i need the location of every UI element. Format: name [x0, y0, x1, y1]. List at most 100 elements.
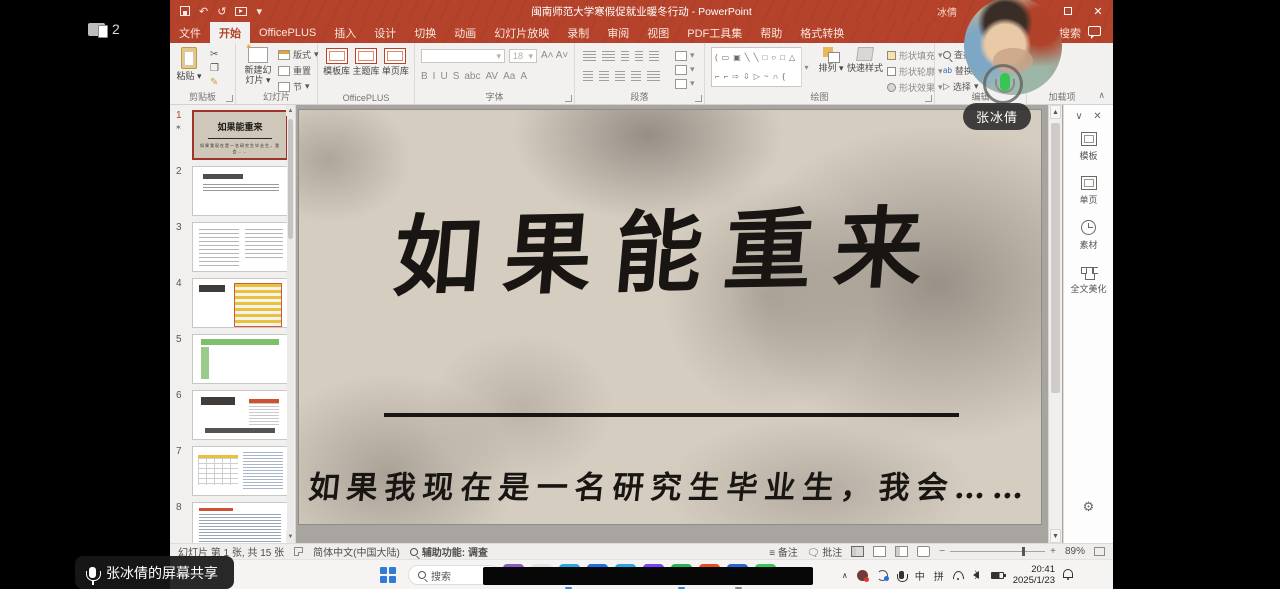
- shape-icon[interactable]: □: [780, 53, 785, 62]
- slide-thumbnail-image[interactable]: [192, 278, 288, 328]
- ime-mode-button[interactable]: 拼: [934, 568, 944, 583]
- new-slide-button[interactable]: 新建幻灯片 ▾: [241, 47, 275, 86]
- account-name[interactable]: 冰倩: [937, 4, 957, 19]
- tray-expand-icon[interactable]: ∧: [842, 571, 848, 580]
- font-dialog-launcher[interactable]: [565, 95, 572, 102]
- arrange-button[interactable]: 排列 ▾: [817, 47, 845, 73]
- recording-tray-icon[interactable]: [857, 570, 868, 581]
- battery-icon[interactable]: [991, 572, 1004, 579]
- slide-thumbnail[interactable]: 5: [192, 334, 285, 384]
- shape-icon[interactable]: ∩: [773, 72, 779, 81]
- officeplus-button[interactable]: 单页库: [381, 48, 410, 76]
- slide-subtitle[interactable]: 如果我现在是一名研究生毕业生，我会……: [299, 462, 1041, 507]
- font-format-button[interactable]: AV: [485, 71, 498, 82]
- clipboard-dialog-launcher[interactable]: [226, 95, 233, 102]
- normal-view-icon[interactable]: [851, 546, 864, 557]
- scroll-down-icon[interactable]: ▼: [1050, 529, 1061, 543]
- slide-thumbnail[interactable]: 7: [192, 446, 285, 496]
- numbering-icon[interactable]: [602, 51, 615, 61]
- clock[interactable]: 20:41 2025/1/23: [1013, 564, 1055, 587]
- shape-icon[interactable]: {: [782, 72, 785, 81]
- shape-gallery[interactable]: (▭▣╲╲□○□△⌐⌐⇨⇩▷~∩{: [711, 47, 811, 87]
- sidebar-item[interactable]: 单页: [1064, 176, 1113, 206]
- sidebar-item[interactable]: 全文美化: [1064, 265, 1113, 295]
- fit-to-window-icon[interactable]: [1094, 547, 1105, 556]
- font-format-button[interactable]: abc: [464, 71, 480, 82]
- ribbon-tab[interactable]: 格式转换: [791, 22, 853, 43]
- start-button[interactable]: [380, 567, 396, 583]
- undo-icon[interactable]: ↶: [199, 5, 208, 18]
- sidebar-collapse-icon[interactable]: ∨: [1075, 111, 1082, 122]
- notification-bell-icon[interactable]: [1063, 569, 1073, 578]
- reading-view-icon[interactable]: [895, 546, 908, 557]
- shape-gallery-more-icon[interactable]: ▾: [801, 47, 811, 87]
- slide-thumbnail[interactable]: 3: [192, 222, 285, 272]
- ribbon-tab[interactable]: OfficePLUS: [250, 22, 325, 43]
- slide-thumbnail-image[interactable]: [192, 166, 288, 216]
- font-format-button[interactable]: B: [421, 71, 428, 82]
- slide-thumbnail-image[interactable]: [192, 334, 288, 384]
- ribbon-tab[interactable]: 动画: [445, 22, 485, 43]
- ribbon-tab[interactable]: 视图: [638, 22, 678, 43]
- smartart-convert-icon[interactable]: [675, 79, 687, 89]
- zoom-out-icon[interactable]: −: [939, 546, 945, 557]
- text-direction-icon[interactable]: [675, 51, 687, 61]
- slide-thumbnail[interactable]: 1 如果能重来如果我现在是一名研究生毕业生，我会…… ✶: [192, 110, 285, 160]
- slide-thumbnail-image[interactable]: [192, 502, 288, 543]
- slide-thumbnail-image[interactable]: [192, 446, 288, 496]
- comments-icon[interactable]: [1088, 26, 1101, 36]
- sidebar-item[interactable]: 素材: [1064, 220, 1113, 251]
- sidebar-close-icon[interactable]: ✕: [1093, 111, 1101, 122]
- increase-indent-icon[interactable]: [635, 51, 643, 61]
- shape-icon[interactable]: ⌐: [724, 72, 729, 81]
- font-format-button[interactable]: S: [453, 71, 460, 82]
- shape-icon[interactable]: ⌐: [715, 72, 720, 81]
- slide-thumbnail[interactable]: 2: [192, 166, 285, 216]
- layout-button[interactable]: 版式▾: [278, 48, 319, 61]
- wifi-icon[interactable]: [953, 571, 964, 579]
- shape-icon[interactable]: ▷: [754, 72, 760, 81]
- align-text-icon[interactable]: [675, 65, 687, 75]
- grow-shrink-font[interactable]: A˄ A˅: [541, 50, 568, 61]
- ribbon-tab[interactable]: 帮助: [751, 22, 791, 43]
- slide-thumbnail[interactable]: 4: [192, 278, 285, 328]
- align-right-icon[interactable]: [615, 71, 625, 81]
- officeplus-button[interactable]: 模板库: [322, 48, 351, 76]
- sidebar-item[interactable]: 模板: [1064, 132, 1113, 162]
- microphone-tray-icon[interactable]: [899, 571, 904, 579]
- reset-button[interactable]: 重置: [278, 64, 319, 77]
- sidebar-settings-icon[interactable]: ⚙: [1064, 499, 1113, 515]
- slide-canvas[interactable]: 如果能重来 如果我现在是一名研究生毕业生，我会……: [299, 110, 1041, 524]
- ribbon-tab[interactable]: 录制: [558, 22, 598, 43]
- slide-sorter-view-icon[interactable]: [873, 546, 886, 557]
- shape-icon[interactable]: ~: [764, 72, 769, 81]
- shape-icon[interactable]: (: [715, 53, 718, 62]
- decrease-indent-icon[interactable]: [621, 51, 629, 61]
- shape-icon[interactable]: ╲: [745, 53, 750, 62]
- thumbnail-scroll-up-icon[interactable]: ▲: [286, 105, 295, 116]
- start-slideshow-icon[interactable]: [235, 7, 247, 16]
- shape-icon[interactable]: ⇩: [743, 72, 750, 81]
- font-format-button[interactable]: A: [520, 71, 527, 82]
- shape-icon[interactable]: △: [789, 53, 795, 62]
- restore-button[interactable]: [1053, 0, 1083, 22]
- slide-thumbnail-image[interactable]: 如果能重来如果我现在是一名研究生毕业生，我会……: [192, 110, 288, 160]
- collapse-ribbon-icon[interactable]: ∧: [1098, 90, 1105, 101]
- shape-icon[interactable]: ╲: [754, 53, 759, 62]
- font-format-button[interactable]: I: [433, 71, 436, 82]
- new-slide-dropdown-icon[interactable]: ▾: [266, 75, 271, 85]
- scrollbar-thumb[interactable]: [1051, 123, 1060, 393]
- shape-icon[interactable]: □: [762, 53, 767, 62]
- zoom-slider-knob[interactable]: [1022, 547, 1025, 556]
- close-button[interactable]: ✕: [1083, 0, 1113, 22]
- bullets-icon[interactable]: [583, 51, 596, 61]
- align-left-icon[interactable]: [583, 71, 593, 81]
- line-spacing-icon[interactable]: [649, 51, 659, 61]
- slide-thumbnail[interactable]: 6: [192, 390, 285, 440]
- ribbon-tab[interactable]: 插入: [325, 22, 365, 43]
- slide-thumbnail-image[interactable]: [192, 390, 288, 440]
- zoom-percentage[interactable]: 89%: [1065, 546, 1085, 557]
- ribbon-tab[interactable]: 开始: [210, 22, 250, 43]
- cut-icon[interactable]: ✂: [210, 49, 219, 60]
- paste-dropdown-icon[interactable]: ▾: [197, 71, 202, 81]
